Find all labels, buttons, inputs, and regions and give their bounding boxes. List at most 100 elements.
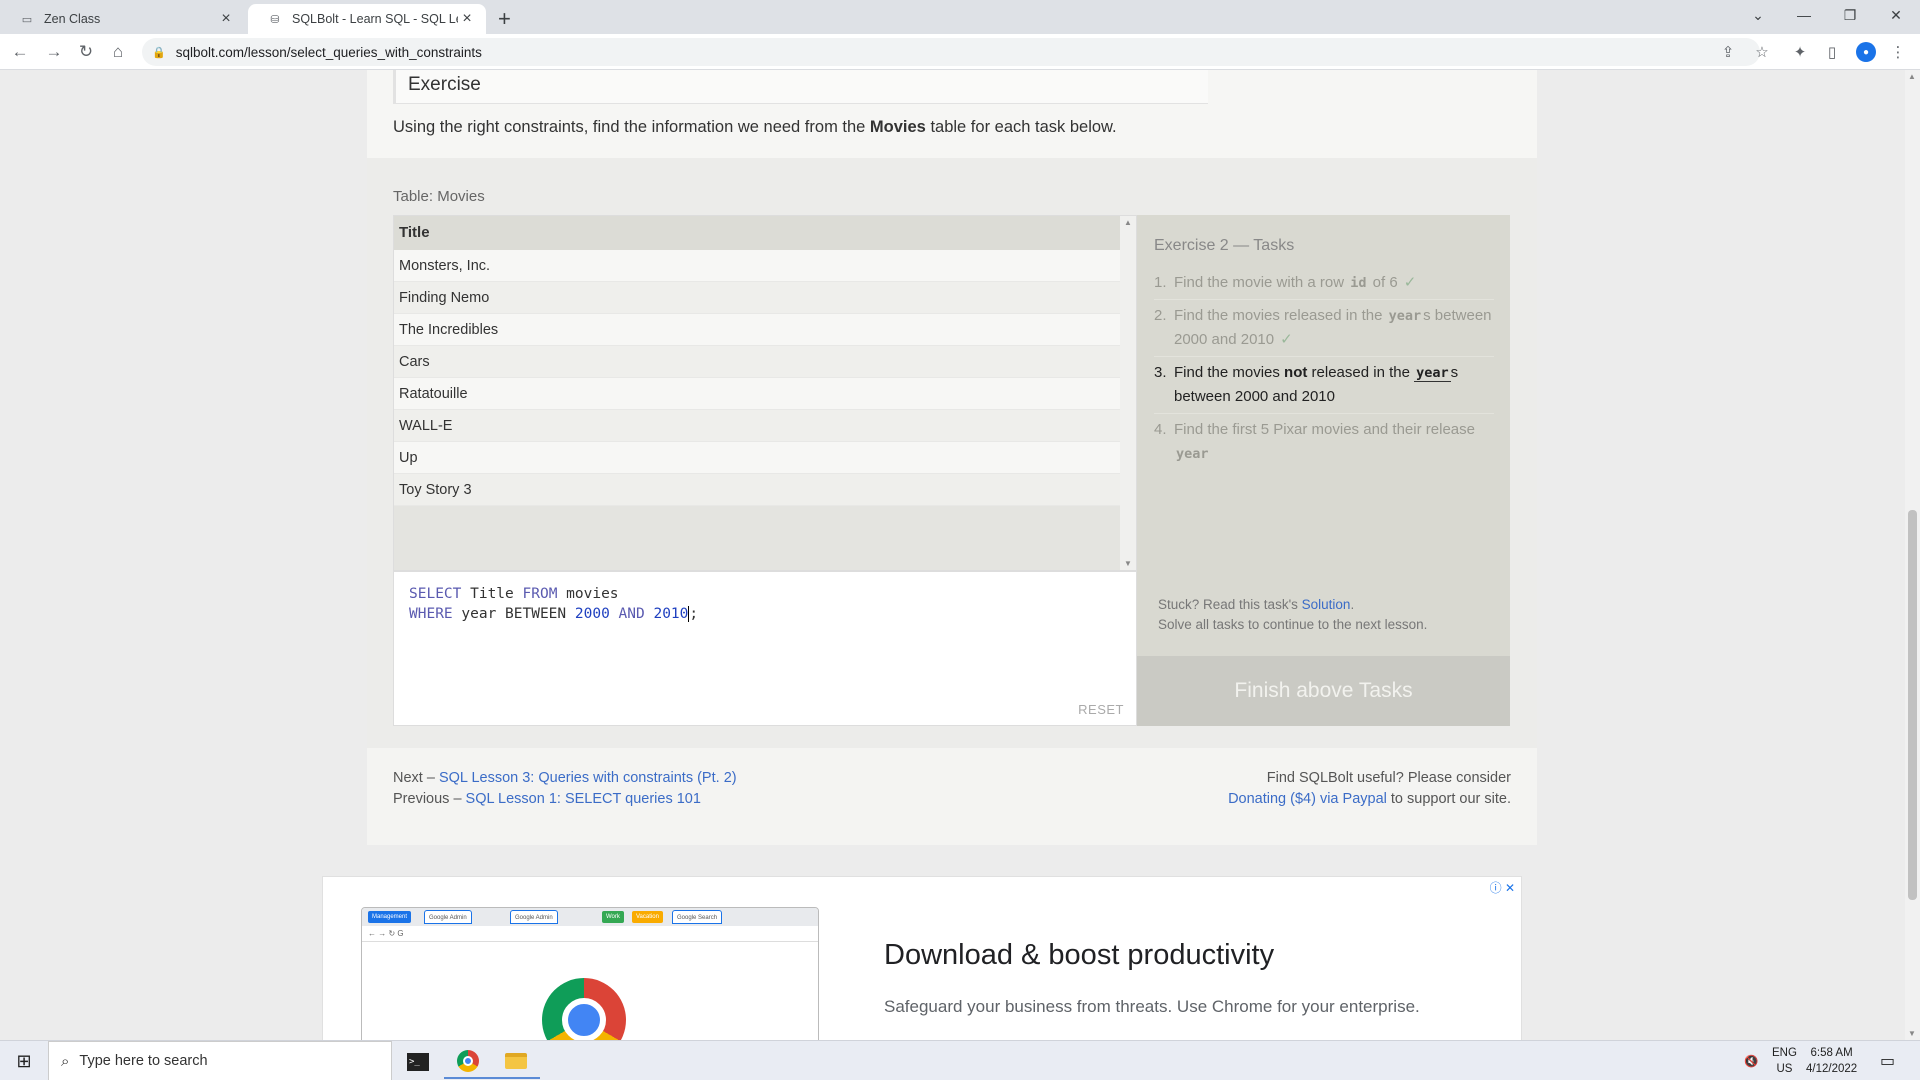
sql-text: year BETWEEN — [452, 606, 575, 622]
taskbar-search[interactable]: ⌕ Type here to search — [48, 1041, 392, 1080]
profile-avatar[interactable]: ● — [1856, 42, 1876, 62]
task-number: 2. — [1154, 307, 1167, 324]
table-scrollbar[interactable]: ▲ ▼ — [1120, 216, 1136, 570]
terminal-app-icon[interactable]: >_ — [394, 1045, 442, 1079]
lesson-card: Exercise Using the right constraints, fi… — [367, 70, 1537, 845]
close-window-button[interactable]: ✕ — [1876, 0, 1916, 30]
scroll-down-icon[interactable]: ▼ — [1124, 559, 1132, 568]
sql-number: 2010 — [653, 606, 689, 622]
forward-icon[interactable]: → — [42, 40, 66, 64]
task-item-3[interactable]: 3. Find the movies not released in the y… — [1154, 357, 1494, 414]
share-icon[interactable]: ⇪ — [1716, 40, 1740, 64]
task-number: 4. — [1154, 421, 1167, 438]
task-item-4[interactable]: 4. Find the first 5 Pixar movies and the… — [1154, 414, 1494, 470]
table-row: Monsters, Inc. — [394, 250, 1120, 282]
menu-kebab-icon[interactable]: ⋮ — [1886, 40, 1910, 64]
table-body: Monsters, Inc. Finding Nemo The Incredible… — [394, 250, 1136, 506]
tasks-panel: Exercise 2 — Tasks 1. Find the movie wit… — [1137, 215, 1510, 726]
reset-button[interactable]: RESET — [1078, 702, 1124, 717]
stuck-help: Stuck? Read this task's Solution. Solve … — [1158, 595, 1427, 635]
solution-link[interactable]: Solution — [1302, 597, 1351, 612]
side-panel-icon[interactable]: ▯ — [1820, 40, 1844, 64]
prev-prefix: Previous – — [393, 791, 466, 807]
next-lesson-link[interactable]: SQL Lesson 3: Queries with constraints (… — [439, 770, 737, 786]
page-scrollbar[interactable]: ▲ ▼ — [1905, 70, 1920, 1040]
volume-muted-icon[interactable]: 🔇 — [1744, 1041, 1758, 1080]
table-row: WALL-E — [394, 410, 1120, 442]
region-code: US — [1776, 1063, 1793, 1075]
next-prefix: Next – — [393, 770, 439, 786]
tab-zen-class[interactable]: ▭ Zen Class × — [0, 4, 245, 34]
notification-icon[interactable]: ▭ — [1880, 1041, 1895, 1080]
bookmark-star-icon[interactable]: ☆ — [1750, 40, 1774, 64]
task-list: 1. Find the movie with a row id of 6 ✓ 2.… — [1154, 267, 1494, 470]
task-item-1[interactable]: 1. Find the movie with a row id of 6 ✓ — [1154, 267, 1494, 300]
table-row: The Incredibles — [394, 314, 1120, 346]
home-icon[interactable]: ⌂ — [106, 40, 130, 64]
table-row: Finding Nemo — [394, 282, 1120, 314]
task-emphasis: not — [1284, 364, 1308, 381]
reload-icon[interactable]: ↻ — [74, 40, 98, 64]
donate-link[interactable]: Donating ($4) via Paypal — [1228, 791, 1387, 807]
tab-search-icon[interactable]: ⌄ — [1738, 0, 1778, 30]
previous-lesson-link[interactable]: SQL Lesson 1: SELECT queries 101 — [466, 791, 701, 807]
exercise-area: Table: Movies Title Monsters, Inc. Findin… — [367, 158, 1537, 748]
scroll-down-icon[interactable]: ▼ — [1908, 1029, 1916, 1038]
minimize-button[interactable]: — — [1784, 0, 1824, 30]
advertisement[interactable]: ⓘ ✕ Management Google Admin Google Admin… — [322, 876, 1522, 1040]
page-icon: ▭ — [21, 13, 33, 26]
chrome-app-icon[interactable] — [444, 1045, 492, 1079]
finish-tasks-button[interactable]: Finish above Tasks — [1137, 656, 1510, 726]
code-line-1: SELECT Title FROM movies — [409, 584, 1121, 604]
back-icon[interactable]: ← — [8, 40, 32, 64]
browser-toolbar: ← → ↻ ⌂ 🔒 sqlbolt.com/lesson/select_quer… — [0, 34, 1920, 70]
task-code: year — [1388, 308, 1422, 324]
clock[interactable]: 6:58 AM 4/12/2022 — [1806, 1041, 1857, 1080]
task-text: Find the movie with a row — [1174, 274, 1349, 291]
task-number: 3. — [1154, 364, 1167, 381]
language-indicator[interactable]: ENG US — [1772, 1041, 1797, 1080]
code-line-2: WHERE year BETWEEN 2000 AND 2010; — [409, 604, 1121, 624]
ad-chip: Management — [368, 911, 412, 923]
intro-table-name: Movies — [869, 118, 926, 136]
extensions-icon[interactable]: ✦ — [1788, 40, 1812, 64]
browser-tab-bar: ▭ Zen Class × ⛁ SQLBolt - Learn SQL - SQ… — [0, 0, 1920, 34]
intro-text-end: table for each task below. — [925, 118, 1117, 136]
continue-text: Solve all tasks to continue to the next … — [1158, 617, 1428, 632]
address-bar[interactable]: 🔒 sqlbolt.com/lesson/select_queries_with… — [142, 38, 1760, 66]
task-text: Find the movies — [1174, 364, 1285, 381]
task-text: of 6 — [1368, 274, 1398, 291]
lock-icon[interactable]: 🔒 — [152, 46, 166, 59]
stuck-end: . — [1350, 597, 1355, 612]
lesson-navigation: Next – SQL Lesson 3: Queries with constr… — [393, 768, 737, 810]
task-item-2[interactable]: 2. Find the movies released in the year s… — [1154, 300, 1494, 357]
results-table[interactable]: Title Monsters, Inc. Finding Nemo The Incr… — [393, 215, 1137, 571]
clock-date: 4/12/2022 — [1806, 1063, 1858, 1075]
tab-sqlbolt[interactable]: ⛁ SQLBolt - Learn SQL - SQL Lesso × — [248, 4, 486, 34]
task-text: Find the movies released in the — [1174, 307, 1387, 324]
task-text: Find the first 5 Pixar movies and their … — [1174, 421, 1475, 438]
support-message: Find SQLBolt useful? Please consider Don… — [1228, 768, 1511, 810]
url-text[interactable]: sqlbolt.com/lesson/select_queries_with_c… — [176, 45, 482, 60]
scroll-up-icon[interactable]: ▲ — [1908, 72, 1916, 81]
restore-button[interactable]: ❐ — [1830, 0, 1870, 30]
scrollbar-thumb[interactable] — [1908, 510, 1917, 900]
ad-headline[interactable]: Download & boost productivity — [884, 939, 1274, 972]
database-icon: ⛁ — [270, 13, 280, 26]
clock-time: 6:58 AM — [1810, 1047, 1853, 1059]
file-explorer-icon[interactable] — [492, 1045, 540, 1079]
search-placeholder: Type here to search — [79, 1053, 208, 1069]
sql-editor[interactable]: SELECT Title FROM movies WHERE year BETW… — [393, 571, 1137, 726]
ad-info-close-icon[interactable]: ⓘ ✕ — [1490, 879, 1515, 896]
scroll-up-icon[interactable]: ▲ — [1124, 218, 1132, 227]
windows-start-icon[interactable]: ⊞ — [0, 1041, 48, 1080]
new-tab-button[interactable]: + — [498, 6, 511, 32]
close-tab-icon[interactable]: × — [458, 10, 476, 28]
table-row: Up — [394, 442, 1120, 474]
table-row: Cars — [394, 346, 1120, 378]
task-code: id — [1350, 275, 1367, 291]
stuck-text: Stuck? Read this task's — [1158, 597, 1302, 612]
sql-text: ; — [689, 606, 699, 622]
close-tab-icon[interactable]: × — [217, 10, 235, 28]
